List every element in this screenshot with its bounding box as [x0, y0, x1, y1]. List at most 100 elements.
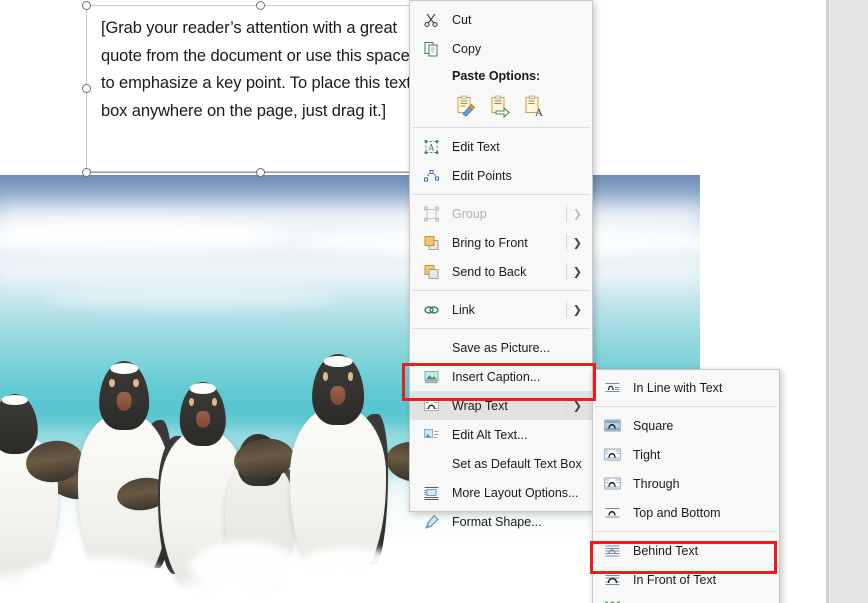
- context-menu[interactable]: Cut Copy Paste Options: A A Edit Text Ed…: [409, 0, 593, 529]
- submenu-item-behind-text[interactable]: Behind Text: [593, 536, 779, 565]
- menu-item-bring-to-front[interactable]: Bring to Front ❯: [410, 228, 592, 257]
- menu-separator: [412, 290, 590, 291]
- submenu-item-tight[interactable]: Tight: [593, 440, 779, 469]
- paste-keep-source-formatting-button[interactable]: [454, 95, 477, 118]
- resize-handle-top-left[interactable]: [82, 1, 91, 10]
- resize-handle-bottom-left[interactable]: [82, 168, 91, 177]
- menu-separator: [412, 194, 590, 195]
- menu-label: Edit Alt Text...: [452, 427, 528, 442]
- menu-divider: [566, 234, 567, 251]
- menu-label: Cut: [452, 12, 472, 27]
- paste-keep-text-only-button[interactable]: A: [522, 95, 545, 119]
- wave-cap: [40, 287, 340, 309]
- menu-divider: [566, 205, 567, 222]
- menu-item-send-to-back[interactable]: Send to Back ❯: [410, 257, 592, 286]
- wrap-text-submenu[interactable]: In Line with Text Square Tight Through T…: [592, 369, 780, 603]
- penguin-chin: [323, 355, 353, 367]
- chevron-right-icon: ❯: [572, 303, 582, 316]
- chevron-right-icon: ❯: [572, 265, 582, 278]
- resize-handle-bottom-center[interactable]: [256, 168, 265, 177]
- svg-text:A: A: [428, 142, 435, 152]
- water-splash: [20, 557, 170, 601]
- menu-divider: [566, 397, 567, 414]
- menu-label: More Layout Options...: [452, 485, 579, 500]
- menu-label: Save as Picture...: [452, 340, 550, 355]
- menu-item-paste-options: Paste Options:: [410, 63, 592, 95]
- menu-label: Set as Default Text Box: [452, 456, 582, 471]
- submenu-label: Square: [633, 418, 674, 433]
- menu-item-edit-alt-text[interactable]: Edit Alt Text...: [410, 420, 592, 449]
- edit-points-icon: [423, 167, 440, 184]
- menu-separator: [412, 127, 590, 128]
- svg-text:A: A: [535, 107, 543, 118]
- submenu-item-in-front-of-text[interactable]: In Front of Text: [593, 565, 779, 594]
- submenu-label: Through: [633, 476, 680, 491]
- menu-label: Send to Back: [452, 264, 527, 279]
- penguin-eye: [347, 371, 354, 381]
- layout-options-icon: [423, 484, 440, 501]
- submenu-label: Behind Text: [633, 543, 699, 558]
- chevron-right-icon: ❯: [572, 207, 582, 220]
- quote-text: [Grab your reader’s attention with a gre…: [101, 19, 411, 120]
- menu-label: Insert Caption...: [452, 369, 541, 384]
- submenu-item-in-line-with-text[interactable]: In Line with Text: [593, 373, 779, 402]
- menu-item-link[interactable]: Link ❯: [410, 295, 592, 324]
- menu-item-set-as-default-text-box[interactable]: Set as Default Text Box: [410, 449, 592, 478]
- quote-text-box[interactable]: [Grab your reader’s attention with a gre…: [86, 5, 436, 172]
- penguin-eye: [133, 378, 139, 388]
- insert-caption-icon: [423, 368, 440, 385]
- chevron-right-icon: ❯: [572, 236, 582, 249]
- menu-label: Wrap Text: [452, 398, 508, 413]
- wrap-through-icon: [604, 475, 621, 492]
- submenu-label: Tight: [633, 447, 661, 462]
- wrap-inline-icon: [604, 379, 621, 396]
- submenu-item-through[interactable]: Through: [593, 469, 779, 498]
- penguin-eye: [322, 371, 329, 381]
- wrap-behind-text-icon: [604, 542, 621, 559]
- paste-options-row[interactable]: A: [410, 89, 592, 123]
- submenu-label: Top and Bottom: [633, 505, 721, 520]
- penguin-beak: [196, 410, 210, 429]
- submenu-separator: [595, 406, 777, 407]
- wrap-in-front-icon: [604, 571, 621, 588]
- wrap-tight-icon: [604, 446, 621, 463]
- menu-item-copy[interactable]: Copy: [410, 34, 592, 63]
- menu-separator: [412, 328, 590, 329]
- menu-divider: [566, 301, 567, 318]
- chevron-right-icon: ❯: [572, 399, 582, 412]
- menu-item-insert-caption[interactable]: Insert Caption...: [410, 362, 592, 391]
- penguin-chin: [190, 383, 216, 394]
- submenu-label: In Line with Text: [633, 380, 723, 395]
- foam-band: [0, 261, 700, 287]
- menu-label: Group: [452, 206, 487, 221]
- group-icon: [423, 205, 440, 222]
- menu-item-wrap-text[interactable]: Wrap Text ❯: [410, 391, 592, 420]
- water-splash: [190, 541, 300, 593]
- menu-item-more-layout-options[interactable]: More Layout Options...: [410, 478, 592, 507]
- menu-item-group[interactable]: Group ❯: [410, 199, 592, 228]
- resize-handle-top-center[interactable]: [256, 1, 265, 10]
- menu-label: Link: [452, 302, 475, 317]
- menu-item-save-as-picture[interactable]: Save as Picture...: [410, 333, 592, 362]
- wrap-top-bottom-icon: [604, 504, 621, 521]
- format-shape-icon: [423, 513, 440, 530]
- menu-item-cut[interactable]: Cut: [410, 5, 592, 34]
- menu-item-edit-points[interactable]: Edit Points: [410, 161, 592, 190]
- send-to-back-icon: [423, 263, 440, 280]
- penguin-eye: [109, 378, 115, 388]
- alt-text-icon: [423, 426, 440, 443]
- submenu-separator: [595, 531, 777, 532]
- menu-item-edit-text[interactable]: A Edit Text: [410, 132, 592, 161]
- submenu-item-top-and-bottom[interactable]: Top and Bottom: [593, 498, 779, 527]
- menu-label: Copy: [452, 41, 482, 56]
- resize-handle-middle-left[interactable]: [82, 84, 91, 93]
- paste-merge-formatting-button[interactable]: [488, 95, 511, 118]
- submenu-item-edit-wrap-points[interactable]: Edit Wrap Points: [593, 594, 779, 603]
- menu-item-format-shape[interactable]: Format Shape...: [410, 507, 592, 536]
- water-splash: [290, 547, 410, 595]
- penguin-chin: [2, 395, 28, 405]
- workspace-background: [829, 0, 868, 603]
- edit-text-icon: A: [423, 138, 440, 155]
- menu-label: Bring to Front: [452, 235, 528, 250]
- submenu-item-square[interactable]: Square: [593, 411, 779, 440]
